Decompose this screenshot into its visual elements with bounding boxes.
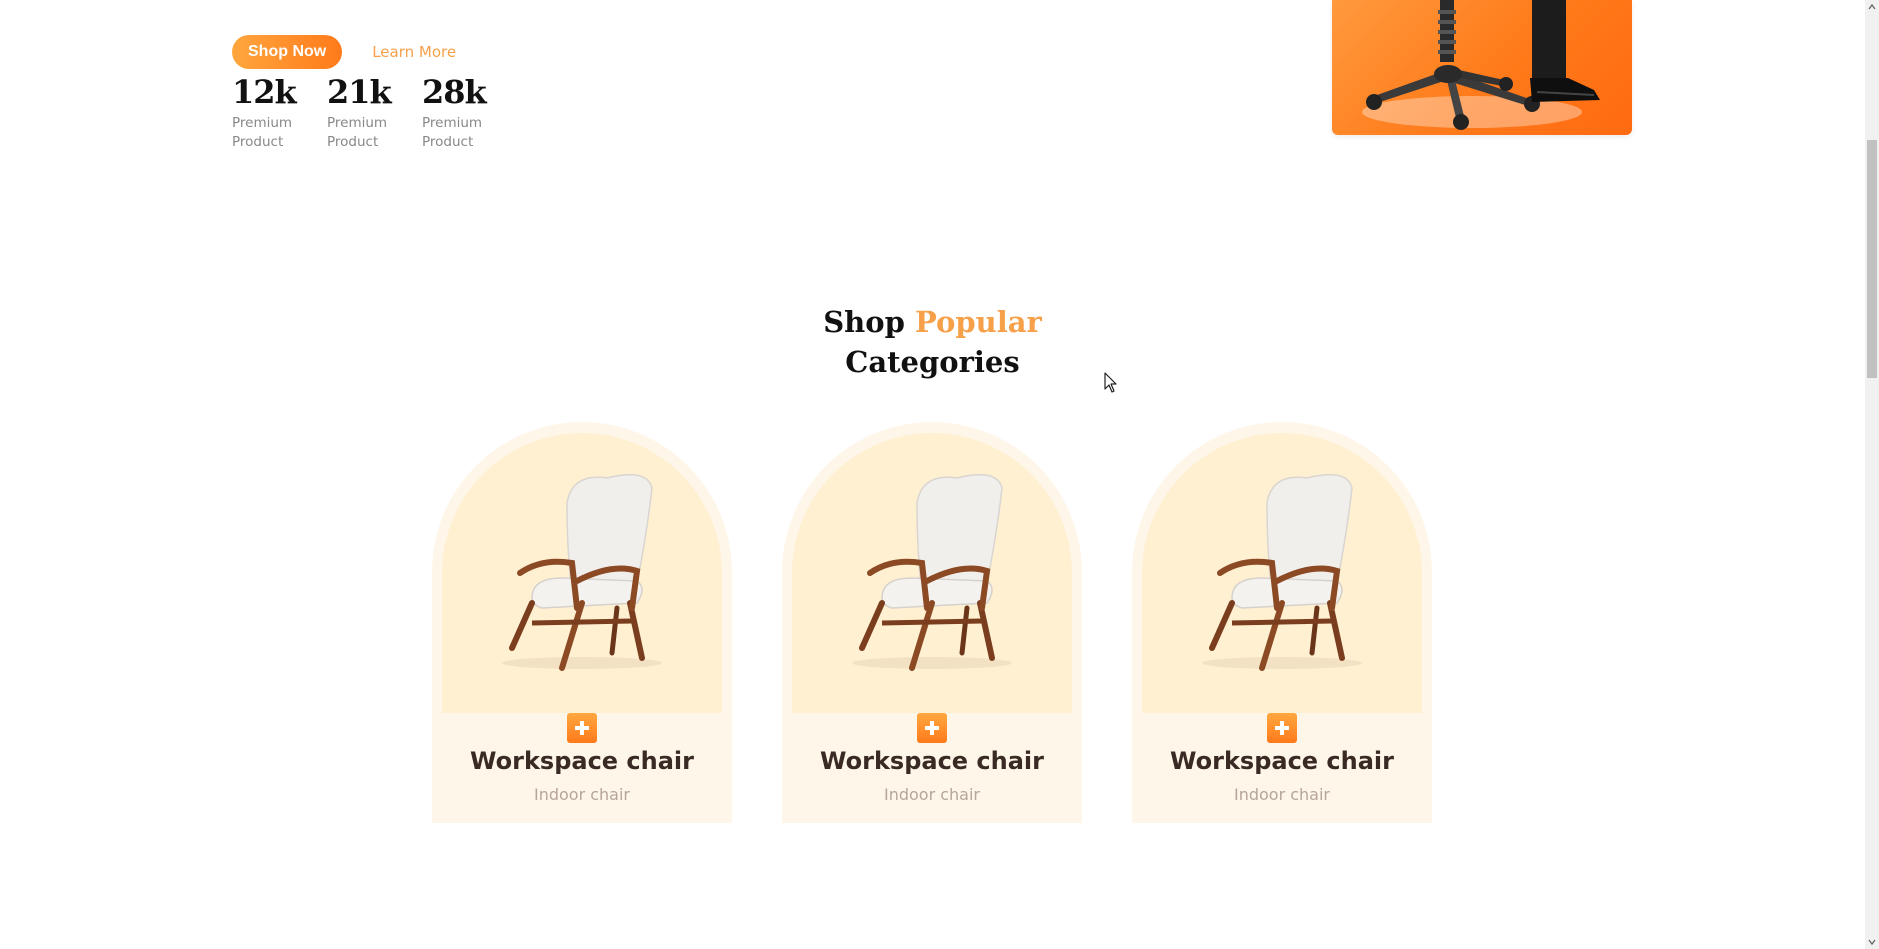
card-image xyxy=(1142,433,1422,713)
add-to-cart-button[interactable] xyxy=(1267,713,1297,743)
armchair-illustration xyxy=(502,473,662,671)
section-title-accent: Popular xyxy=(914,305,1042,339)
card-subtitle: Indoor chair xyxy=(533,785,631,804)
scroll-down-arrow-icon[interactable] xyxy=(1868,938,1876,946)
learn-more-link[interactable]: Learn More xyxy=(372,43,456,61)
office-chair-illustration xyxy=(1362,0,1600,130)
mouse-pointer-icon xyxy=(1104,372,1117,393)
stat-value: 12k xyxy=(232,73,297,111)
plus-icon xyxy=(575,721,589,735)
hero-actions: Shop Now Learn More xyxy=(232,35,456,69)
add-to-cart-button[interactable] xyxy=(917,713,947,743)
card-image xyxy=(442,433,722,713)
section-title: Shop Popular Categories xyxy=(0,302,1865,382)
armchair-illustration xyxy=(852,473,1012,671)
scrollbar-thumb[interactable] xyxy=(1867,140,1877,378)
stat-item: 28k Premium Product xyxy=(422,72,487,152)
section-title-end: Categories xyxy=(845,345,1020,379)
hero-stats: 12k Premium Product 21k Premium Product … xyxy=(232,72,487,152)
scroll-up-arrow-icon[interactable] xyxy=(1868,3,1876,11)
add-to-cart-button[interactable] xyxy=(567,713,597,743)
card-subtitle: Indoor chair xyxy=(1233,785,1331,804)
stat-label: Premium Product xyxy=(232,115,293,150)
armchair-illustration xyxy=(1202,473,1362,671)
category-cards: Workspace chair Indoor chair Workspace c… xyxy=(432,422,1432,823)
stat-item: 21k Premium Product xyxy=(327,72,392,152)
plus-icon xyxy=(925,721,939,735)
hero-product-image xyxy=(1332,0,1632,135)
shop-now-button[interactable]: Shop Now xyxy=(232,35,343,69)
card-title: Workspace chair xyxy=(470,747,694,775)
vertical-scrollbar[interactable] xyxy=(1865,0,1879,949)
stat-label: Premium Product xyxy=(422,115,483,150)
category-card[interactable]: Workspace chair Indoor chair xyxy=(432,422,732,823)
plus-icon xyxy=(1275,721,1289,735)
stat-value: 21k xyxy=(327,73,392,111)
card-image xyxy=(792,433,1072,713)
card-title: Workspace chair xyxy=(820,747,1044,775)
stat-value: 28k xyxy=(422,73,487,111)
card-subtitle: Indoor chair xyxy=(883,785,981,804)
stat-label: Premium Product xyxy=(327,115,388,150)
category-card[interactable]: Workspace chair Indoor chair xyxy=(782,422,1082,823)
stat-item: 12k Premium Product xyxy=(232,72,297,152)
section-title-main: Shop xyxy=(823,305,905,339)
category-card[interactable]: Workspace chair Indoor chair xyxy=(1132,422,1432,823)
card-title: Workspace chair xyxy=(1170,747,1394,775)
